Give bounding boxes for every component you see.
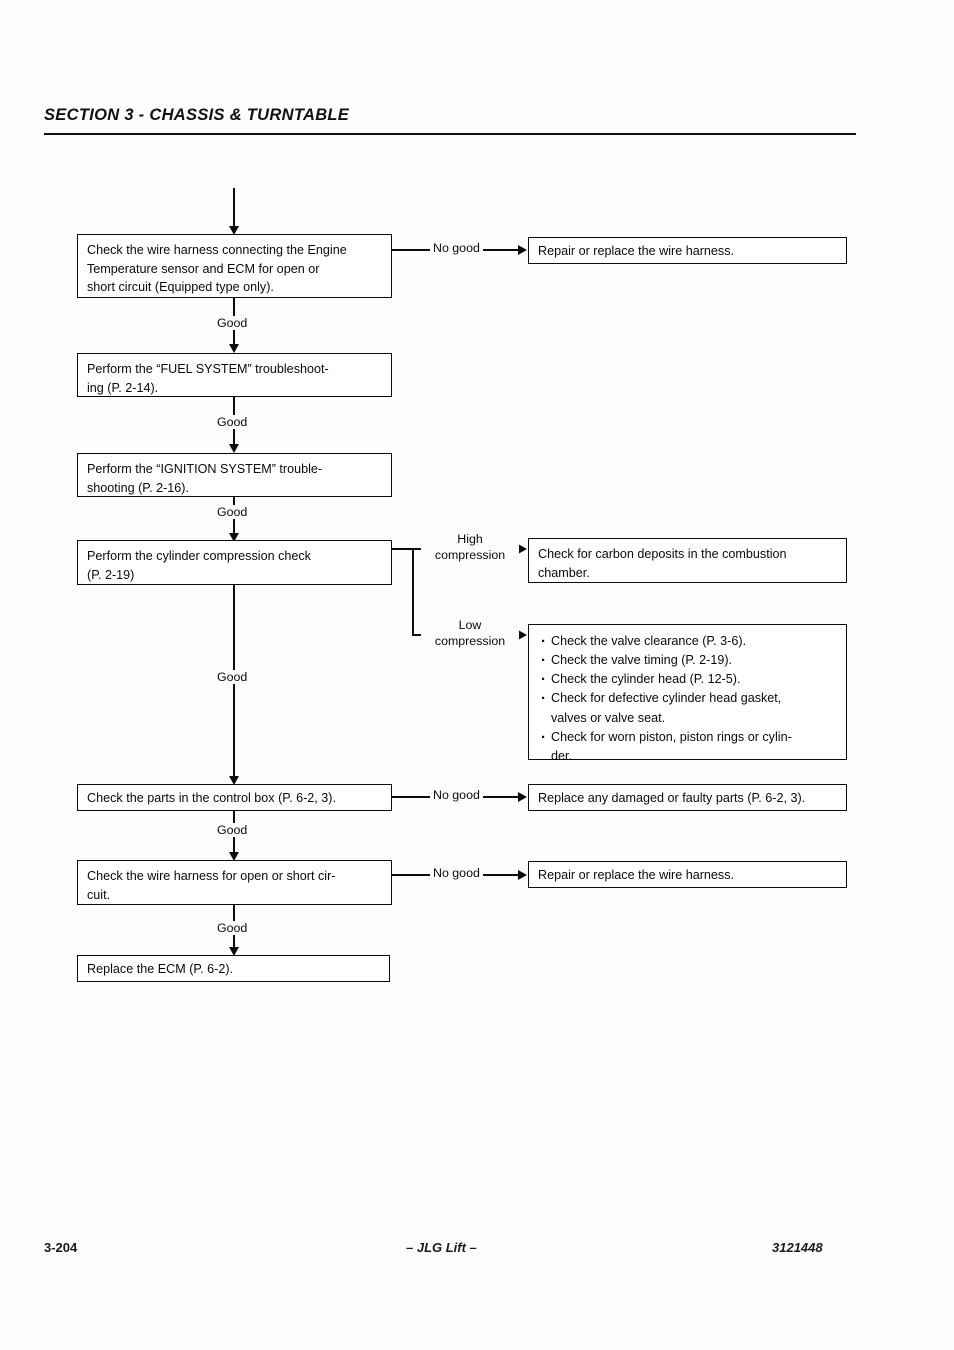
node-line: Repair or replace the wire harness. (538, 868, 734, 882)
edge-label-no-good-2: No good (430, 788, 483, 802)
node-ignition-system-troubleshooting: Perform the “IGNITION SYSTEM” trouble- s… (77, 453, 392, 497)
edge-label-high-compression: High compression (421, 532, 519, 563)
list-item: Check the valve timing (P. 2-19). (540, 650, 837, 673)
node-check-control-box-parts: Check the parts in the control box (P. 6… (77, 784, 392, 811)
list-item: Check for defective cylinder head gasket… (540, 688, 837, 711)
edge-label-good-5: Good (214, 823, 251, 837)
node-cylinder-compression-check: Perform the cylinder compression check (… (77, 540, 392, 585)
edge-label-no-good-1: No good (430, 241, 483, 255)
node-line: Perform the “FUEL SYSTEM” troubleshoot- (87, 362, 329, 376)
connector-good-2-arrow (228, 444, 239, 453)
node-replace-ecm: Replace the ECM (P. 6-2). (77, 955, 390, 982)
node-line: short circuit (Equipped type only). (87, 280, 274, 295)
node-low-compression-checklist: Check the valve clearance (P. 3-6). Chec… (528, 624, 847, 763)
edge-label-good-2: Good (214, 415, 251, 429)
edge-label-good-3: Good (214, 505, 251, 519)
node-line: Check the wire harness connecting the En… (87, 243, 347, 257)
node-repair-harness-1: Repair or replace the wire harness. (528, 237, 847, 264)
node-line: (P. 2-19) (87, 567, 135, 582)
node-line: Repair or replace the wire harness. (538, 244, 734, 258)
node-repair-harness-2: Repair or replace the wire harness. (528, 861, 847, 888)
list-item: Check the valve clearance (P. 3-6). (540, 631, 837, 654)
list-item: Check the cylinder head (P. 12-5). (540, 669, 837, 692)
node-line: Perform the “IGNITION SYSTEM” trouble- (87, 462, 323, 476)
node-line: Replace any damaged or faulty parts (P. … (538, 791, 806, 805)
connector-no-good-1-arrow (518, 245, 527, 255)
footer-center-text: – JLG Lift – (406, 1240, 477, 1255)
node-line: chamber. (538, 565, 590, 580)
edge-label-good-4: Good (214, 670, 251, 684)
connector-high-compression-arrow (518, 544, 527, 554)
node-replace-faulty-parts: Replace any damaged or faulty parts (P. … (528, 784, 847, 811)
edge-label-no-good-3: No good (430, 866, 483, 880)
node-check-engine-temp-harness: Check the wire harness connecting the En… (77, 234, 392, 298)
node-line: ing (P. 2-14). (87, 380, 159, 395)
node-line: cuit. (87, 887, 111, 902)
node-line: Replace the ECM (P. 6-2). (87, 962, 234, 976)
node-check-carbon-deposits: Check for carbon deposits in the combust… (528, 538, 847, 583)
connector-compression-stub (392, 548, 414, 550)
connector-low-compression-arrow (518, 630, 527, 640)
edge-label-line: compression (434, 547, 506, 562)
node-line: shooting (P. 2-16). (87, 480, 189, 495)
edge-label-line: compression (434, 633, 506, 648)
connector-no-good-2-arrow (518, 792, 527, 802)
edge-label-good-1: Good (214, 316, 251, 330)
edge-label-line: High (457, 532, 483, 546)
header-divider (44, 133, 856, 135)
edge-label-good-6: Good (214, 921, 251, 935)
list-item-continuation: valves or valve seat. (551, 710, 666, 725)
node-line: Check the wire harness for open or short… (87, 869, 336, 883)
node-line: Check for carbon deposits in the combust… (538, 547, 787, 561)
edge-label-low-compression: Low compression (421, 618, 519, 649)
connector-entry-line (233, 188, 235, 230)
node-fuel-system-troubleshooting: Perform the “FUEL SYSTEM” troubleshoot- … (77, 353, 392, 397)
connector-good-4 (233, 585, 235, 783)
connector-compression-split (412, 548, 414, 636)
edge-label-line: Low (458, 618, 482, 632)
list-item-continuation: der. (551, 748, 573, 763)
connector-no-good-3-arrow (518, 870, 527, 880)
node-check-harness-open-short: Check the wire harness for open or short… (77, 860, 392, 905)
list-item: Check for worn piston, piston rings or c… (540, 727, 837, 750)
footer-document-number: 3121448 (772, 1240, 823, 1255)
connector-good-1-arrow (228, 344, 239, 353)
footer-page-number: 3-204 (44, 1240, 78, 1255)
node-line: Check the parts in the control box (P. 6… (87, 791, 336, 805)
manual-page: SECTION 3 - CHASSIS & TURNTABLE Check th… (0, 0, 954, 1350)
node-line: Perform the cylinder compression check (87, 549, 311, 563)
page-header-title: SECTION 3 - CHASSIS & TURNTABLE (44, 106, 350, 124)
node-line: Temperature sensor and ECM for open or (87, 261, 320, 276)
